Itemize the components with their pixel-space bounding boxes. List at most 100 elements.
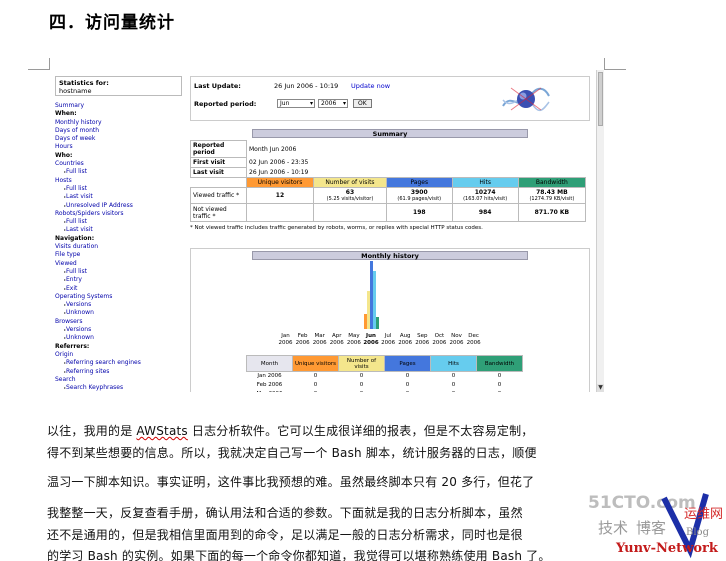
nav-link[interactable]: Countries [55,160,182,168]
monthly-cell: Feb 2006 [256,382,283,388]
not-viewed-traffic-row: Not viewed traffic * 198 984 871.70 KB [190,203,587,222]
nav-link[interactable]: Versions [55,301,182,309]
article-line-3: 温习一下脚本知识。事实证明，这件事比我预想的难。虽然最终脚本只有 20 多行，但… [47,475,535,489]
nav-link[interactable]: Browsers [55,318,182,326]
nav-link[interactable]: Full list [55,268,182,276]
nav-link[interactable]: Monthly history [55,119,182,127]
nav-link[interactable]: Summary [55,102,182,110]
month-name: May [348,333,360,339]
nav-link[interactable]: Hosts [55,177,182,185]
nav-link[interactable]: Referring search engines [55,359,182,367]
monthly-cell: 0 [451,382,456,388]
not-viewed-value [246,203,314,222]
monthly-history-section: Monthly history Jan 2006 Feb 2006 Mar 2006 Apr… [190,248,590,392]
month-label: Jun 2006 [363,333,380,346]
nav-link[interactable]: Viewed [55,260,182,268]
nav-link[interactable]: Origin [55,351,182,359]
watermark-blog-text: Blog [686,527,710,538]
nav-link[interactable]: Days of month [55,127,182,135]
screenshot-scrollbar[interactable]: ▼ [596,70,604,392]
ok-button[interactable]: OK [353,99,372,108]
viewed-value-cell: 78.43 MB (1274.79 KB/visit) [517,187,587,204]
stats-main-pane: Last Update: 26 Jun 2006 - 10:19 Update … [190,76,590,392]
awstats-text: AWStats [136,424,188,438]
nav-link[interactable]: File type [55,251,182,259]
stats-for-box: Statistics for: hostname [55,76,182,96]
summary-section: Summary Reported period Month Jun 2006 F… [190,129,590,231]
nav-section-label: When: [55,110,77,118]
monthly-cell: 0 [313,382,318,388]
viewed-sub-value: (163.07 hits/visit) [463,196,508,202]
month-year: 2006 [415,339,430,346]
nav-link[interactable]: Last visit [55,193,182,201]
monthly-cell: 0 [359,373,364,380]
month-year: 2006 [466,339,481,346]
viewed-value: 3900 [410,189,428,196]
nav-link[interactable]: Unknown [55,334,182,342]
month-year: 2006 [381,339,396,346]
month-label: Sep 2006 [414,333,431,346]
frame-corner-right [604,58,626,70]
last-update-value: 26 Jun 2006 - 10:19 [274,82,339,90]
viewed-sub-value: (5.25 visits/visitor) [326,196,374,202]
summary-col-header: Hits [451,177,519,188]
monthly-col-header: Number of visits [338,355,385,372]
nav-link[interactable]: Search [55,376,182,384]
stats-nav-list: Summary When: Monthly history Days of month… [55,102,182,392]
nav-link[interactable]: Search Keyphrases [55,384,182,392]
monthly-cell: 0 [313,373,318,380]
viewed-value-cell: 10274 (163.07 hits/visit) [451,187,519,204]
nav-link[interactable]: Visits duration [55,243,182,251]
reported-period-label: Reported period: [194,100,257,108]
article-line-1-post: 日志分析软件。它可以生成很详细的报表，但是不太容易定制， [187,424,534,438]
last-visit-value: 26 Jun 2006 - 10:19 [249,168,309,176]
article-line-2: 得不到某些想要的信息。所以，我就决定自己写一个 Bash 脚本，统计服务器的日志… [47,446,537,460]
scroll-down-icon[interactable]: ▼ [597,384,604,392]
nav-link[interactable]: Days of week [55,135,182,143]
last-visit-key: Last visit [190,167,247,178]
nav-link[interactable]: Operating Systems [55,293,182,301]
reported-period-key: Reported period [190,140,247,158]
nav-link[interactable]: Unresolved IP Address [55,202,182,210]
article-line-6: 的学习 Bash 的实例。如果下面的每一个命令你都知道，我觉得可以堪称熟练使用 … [47,549,551,561]
frame-corner-left [28,58,50,70]
month-year: 2006 [312,339,327,346]
month-select[interactable]: Jun [277,99,315,108]
monthly-cell: 0 [477,390,523,392]
watermark-brand-text: Yunv-Network [615,541,719,556]
month-label: Apr 2006 [328,333,345,346]
nav-link[interactable]: Unknown [55,309,182,317]
section-heading: 四．访问量统计 [49,13,175,33]
nav-link[interactable]: Full list [55,168,182,176]
month-label: Dec 2006 [465,333,482,346]
summary-col-header: Unique visitors [246,177,314,188]
awstats-screenshot: Statistics for: hostname Summary When: Mon… [50,70,603,392]
summary-column-headers: Unique visitors Number of visits Pages Hits… [191,177,587,188]
article-line-4: 我整整一天，反复查看手册，确认用法和合适的参数。下面就是我的日志分析脚本，虽然 [47,506,523,520]
nav-link[interactable]: Full list [55,185,182,193]
nav-link[interactable]: Referring sites [55,368,182,376]
monthly-cell: 0 [497,373,502,380]
awstats-logo-icon [502,87,550,112]
monthly-col-header: Month [246,355,293,372]
nav-link[interactable]: Versions [55,326,182,334]
update-now-link[interactable]: Update now [351,82,390,90]
month-year: 2006 [278,339,293,346]
year-select[interactable]: 2006 [318,99,348,108]
month-label: Jul 2006 [380,333,397,346]
nav-link[interactable]: Full list [55,218,182,226]
month-label: Mar 2006 [311,333,328,346]
nav-section-label: Referrers: [55,342,90,350]
viewed-value: 63 [345,189,355,196]
nav-link[interactable]: Entry [55,276,182,284]
monthly-cell: 0 [405,382,410,388]
nav-link[interactable]: Robots/Spiders visitors [55,210,182,218]
nav-link[interactable]: Last visit [55,226,182,234]
nav-link[interactable]: Hours [55,143,182,151]
viewed-traffic-key: Viewed traffic * [190,187,247,204]
stats-for-label: Statistics for: [59,79,109,87]
nav-link[interactable]: Exit [55,285,182,293]
monthly-cell: 0 [359,382,364,388]
summary-table: Reported period Month Jun 2006 First vis… [190,140,587,222]
scrollbar-thumb[interactable] [598,72,603,126]
